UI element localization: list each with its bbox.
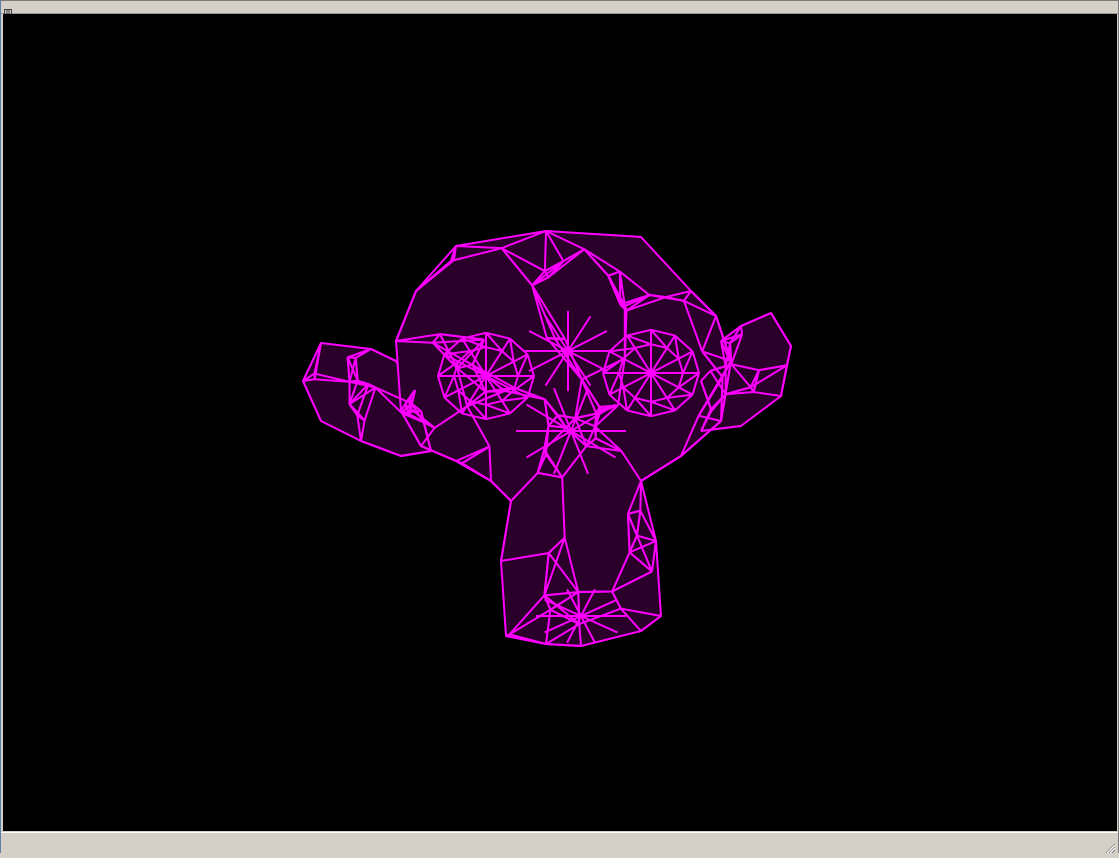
render-viewport[interactable] — [3, 14, 1117, 831]
resize-grip-icon[interactable] — [1104, 839, 1116, 851]
wireframe-canvas — [3, 14, 1117, 831]
mesh-edge — [545, 231, 546, 271]
mesh-edge — [578, 592, 612, 593]
system-menu-icon[interactable] — [4, 2, 13, 11]
status-bar — [1, 832, 1118, 853]
mesh-edge — [741, 326, 742, 334]
mesh-edge — [348, 357, 356, 358]
title-bar[interactable] — [1, 1, 1118, 14]
mesh-edge — [640, 481, 641, 511]
app-window — [0, 0, 1119, 853]
monkey-wireframe-mesh — [303, 231, 791, 646]
